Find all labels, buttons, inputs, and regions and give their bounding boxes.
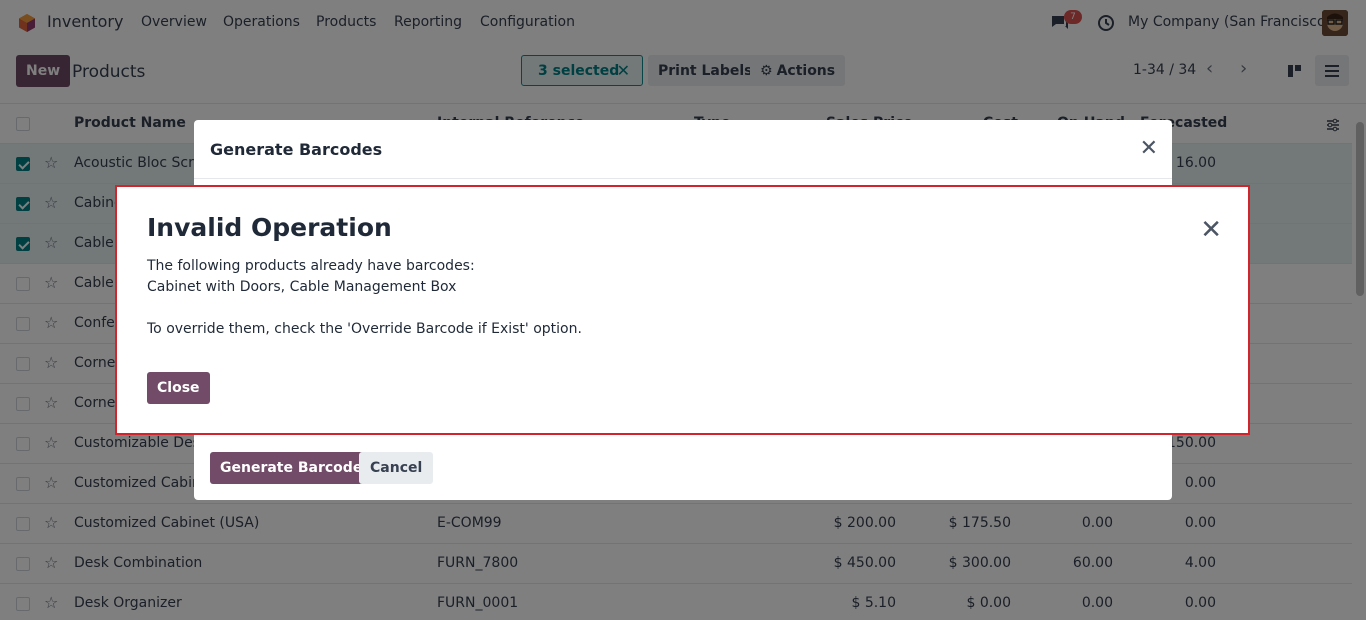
close-icon[interactable]: ✕ [1140, 136, 1158, 161]
cancel-button[interactable]: Cancel [359, 452, 434, 484]
error-message-hint: To override them, check the 'Override Ba… [147, 321, 582, 337]
invalid-operation-dialog: Invalid Operation ✕ The following produc… [115, 185, 1250, 435]
dialog-title: Generate Barcodes [210, 140, 383, 159]
generate-barcodes-button[interactable]: Generate Barcodes [210, 452, 381, 484]
dialog-divider [194, 178, 1172, 179]
error-dialog-title: Invalid Operation [147, 213, 392, 242]
error-message-products: Cabinet with Doors, Cable Management Box [147, 279, 457, 295]
error-message-line: The following products already have barc… [147, 258, 475, 274]
close-button[interactable]: Close [147, 372, 210, 404]
close-icon[interactable]: ✕ [1200, 215, 1222, 245]
